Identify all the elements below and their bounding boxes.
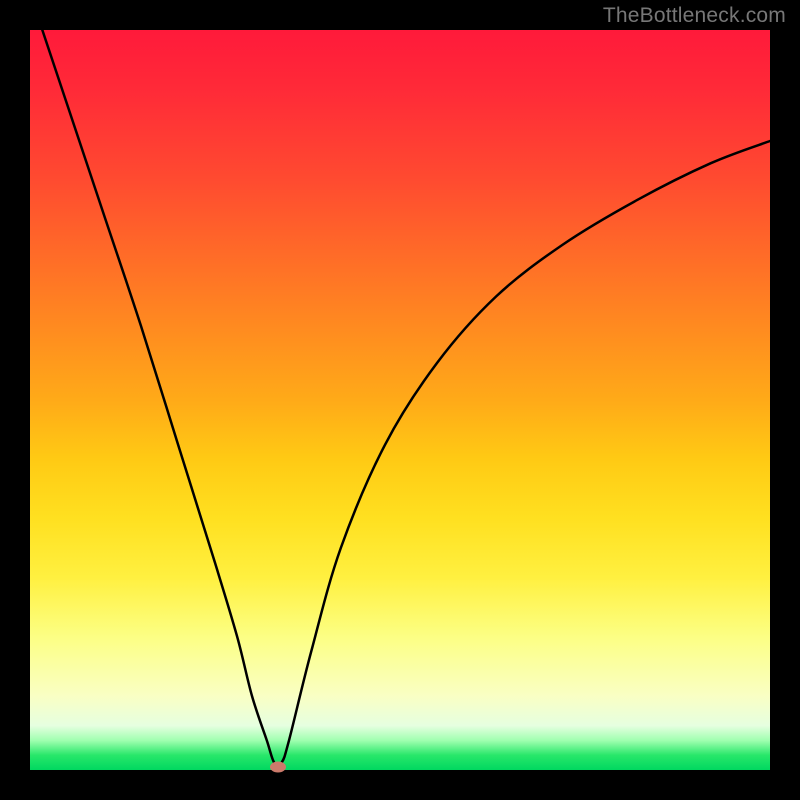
chart-frame: TheBottleneck.com [0, 0, 800, 800]
bottleneck-curve [30, 0, 770, 765]
minimum-marker [270, 762, 286, 773]
watermark-text: TheBottleneck.com [603, 4, 786, 28]
curve-svg [30, 30, 770, 770]
plot-area [30, 30, 770, 770]
